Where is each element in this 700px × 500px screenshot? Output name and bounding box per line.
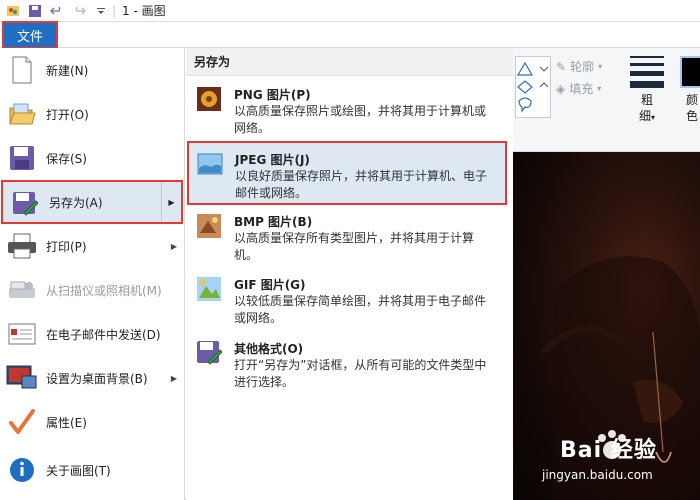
fill-bucket-icon: ◈	[556, 81, 566, 96]
menu-item-about[interactable]: 关于画图(T)	[0, 448, 185, 492]
menu-item-new[interactable]: 新建(N)	[0, 48, 185, 92]
undo-icon[interactable]	[48, 2, 66, 20]
menu-item-label: 另存为(A)	[49, 195, 103, 210]
menu-item-save-as[interactable]: 另存为(A) ▶	[1, 180, 183, 224]
chevron-down-icon: ▾	[597, 84, 602, 93]
menu-item-label: 从扫描仪或照相机(M)	[46, 283, 162, 298]
print-icon	[6, 230, 38, 262]
submenu-arrow-icon[interactable]: ▶	[161, 182, 181, 222]
menu-item-label: 设置为桌面背景(B)	[46, 371, 148, 386]
title-separator: |	[112, 3, 117, 18]
line-thickness-icon[interactable]	[630, 56, 664, 96]
email-icon	[6, 318, 38, 350]
new-file-icon	[6, 54, 38, 86]
open-folder-icon	[6, 98, 38, 130]
baidu-watermark: Bai 经验 jingyan.baidu.com	[530, 418, 700, 498]
menu-item-send-email[interactable]: 在电子邮件中发送(D)	[0, 312, 185, 356]
save-as-png[interactable]: PNG 图片(P) 以高质量保存照片或绘图，并将其用于计算机或网络。	[188, 78, 508, 142]
thickness-button-label[interactable]: 粗 细▾	[632, 92, 662, 126]
option-title: GIF 图片(G)	[234, 278, 306, 292]
color-label-line1: 颜	[686, 93, 699, 107]
option-title: JPEG 图片(J)	[235, 153, 310, 167]
option-description: 以高质量保存照片或绘图，并将其用于计算机或网络。	[234, 104, 487, 135]
menu-item-label: 保存(S)	[46, 151, 87, 166]
menu-item-print[interactable]: 打印(P) ▶	[0, 224, 185, 268]
paint-app-icon[interactable]	[4, 2, 22, 20]
menu-item-properties[interactable]: 属性(E)	[0, 400, 185, 444]
title-bar: | 1 - 画图	[0, 0, 700, 22]
save-icon[interactable]	[26, 2, 44, 20]
fill-label: 填充	[569, 82, 594, 96]
gif-image-icon	[196, 276, 224, 304]
thickness-label-line1: 粗	[640, 93, 653, 107]
save-as-jpeg[interactable]: JPEG 图片(J) 以良好质量保存照片，并将其用于计算机、电子邮件或网络。	[187, 141, 507, 205]
chevron-down-icon: ▾	[598, 62, 603, 71]
option-description: 以高质量保存所有类型图片，并将其用于计算机。	[234, 231, 475, 262]
shapes-gallery[interactable]	[515, 56, 551, 118]
file-menu: 新建(N) 打开(O) 保存(S) 另存为(A) ▶ 打印(P) ▶ 从扫描仪或…	[0, 48, 513, 500]
redo-icon[interactable]	[70, 2, 88, 20]
watermark-url: jingyan.baidu.com	[542, 468, 653, 482]
menu-item-label: 关于画图(T)	[46, 463, 111, 478]
thickness-label-line2: 细▾	[638, 109, 656, 123]
other-formats-icon	[196, 340, 224, 368]
file-menu-commands: 新建(N) 打开(O) 保存(S) 另存为(A) ▶ 打印(P) ▶ 从扫描仪或…	[0, 48, 185, 500]
info-icon	[6, 454, 38, 486]
file-tab[interactable]: 文件	[2, 21, 58, 49]
watermark-brand: Bai 经验	[560, 438, 657, 463]
shapes-icon	[516, 61, 549, 113]
option-description: 以较低质量保存简单绘图，并将其用于电子邮件或网络。	[234, 294, 487, 325]
bmp-image-icon	[196, 213, 224, 241]
outline-icon: ✎	[556, 59, 567, 74]
color-label-line2: 色	[686, 109, 699, 123]
save-as-bmp[interactable]: BMP 图片(B) 以高质量保存所有类型图片，并将其用于计算机。	[188, 205, 508, 269]
checkmark-icon	[6, 406, 38, 438]
menu-item-open[interactable]: 打开(O)	[0, 92, 185, 136]
fill-button[interactable]: ◈ 填充 ▾	[556, 80, 601, 97]
menu-item-save[interactable]: 保存(S)	[0, 136, 185, 180]
jpeg-image-icon	[197, 151, 225, 179]
ribbon-tab-row: 文件	[0, 21, 700, 49]
menu-item-desktop-background[interactable]: 设置为桌面背景(B) ▶	[0, 356, 185, 400]
outline-button[interactable]: ✎ 轮廓 ▾	[556, 58, 602, 75]
submenu-arrow-icon: ▶	[170, 241, 177, 251]
desktop-bg-icon	[6, 362, 38, 394]
customize-toolbar-icon[interactable]	[92, 2, 110, 20]
option-description: 打开“另存为”对话框，从所有可能的文件类型中进行选择。	[234, 358, 487, 389]
submenu-arrow-icon: ▶	[170, 373, 177, 383]
save-as-gif[interactable]: GIF 图片(G) 以较低质量保存简单绘图，并将其用于电子邮件或网络。	[188, 268, 508, 332]
menu-item-label: 新建(N)	[46, 63, 89, 78]
option-title: PNG 图片(P)	[234, 88, 311, 102]
menu-item-scanner[interactable]: 从扫描仪或照相机(M)	[0, 268, 185, 312]
menu-item-label: 打印(P)	[46, 239, 87, 254]
save-as-submenu: 另存为 PNG 图片(P) 以高质量保存照片或绘图，并将其用于计算机或网络。 J…	[186, 48, 513, 500]
option-title: 其他格式(O)	[234, 342, 304, 356]
menu-item-label: 打开(O)	[46, 107, 89, 122]
menu-item-label: 在电子邮件中发送(D)	[46, 327, 161, 342]
color-1-label[interactable]: 颜 色	[686, 92, 700, 124]
save-as-other-formats[interactable]: 其他格式(O) 打开“另存为”对话框，从所有可能的文件类型中进行选择。	[188, 332, 508, 396]
scanner-icon	[6, 274, 38, 306]
color-1-swatch[interactable]	[680, 56, 700, 88]
save-icon	[6, 142, 38, 174]
save-as-icon	[9, 188, 41, 220]
submenu-header: 另存为	[186, 48, 513, 76]
menu-item-label: 属性(E)	[46, 415, 87, 430]
outline-label: 轮廓	[570, 60, 595, 74]
option-description: 以良好质量保存照片，并将其用于计算机、电子邮件或网络。	[235, 169, 488, 200]
png-image-icon	[196, 86, 224, 114]
option-title: BMP 图片(B)	[234, 215, 313, 229]
window-title: 1 - 画图	[122, 4, 166, 18]
